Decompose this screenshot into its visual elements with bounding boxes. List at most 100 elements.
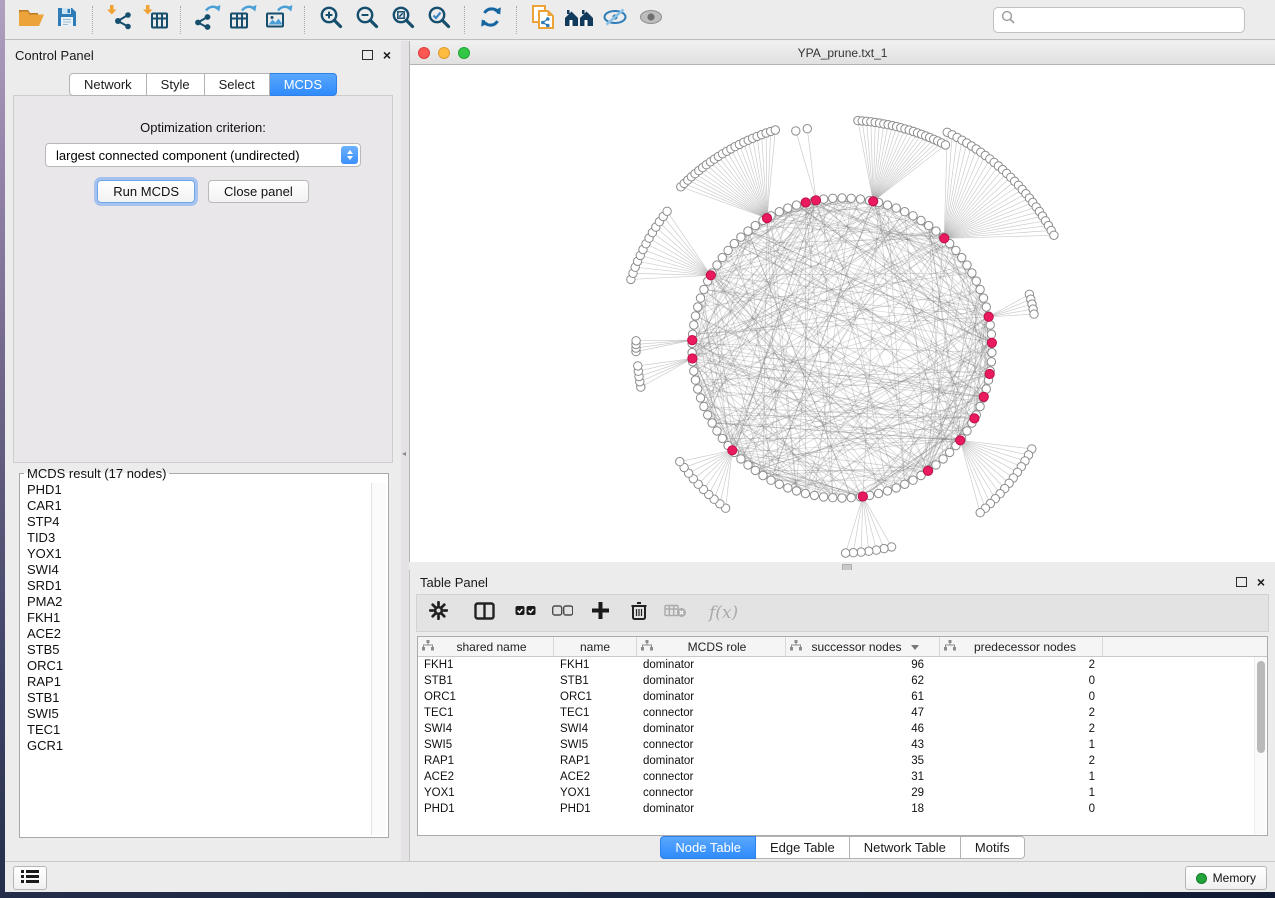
graph-edge[interactable]	[698, 450, 732, 484]
graph-node[interactable]	[696, 394, 704, 402]
graph-node[interactable]	[925, 221, 933, 229]
network-graph[interactable]	[410, 64, 1275, 562]
mcds-node-item[interactable]: PMA2	[27, 594, 388, 610]
graph-hub-node[interactable]	[985, 369, 994, 378]
graph-node[interactable]	[946, 448, 954, 456]
graph-edge[interactable]	[873, 130, 909, 201]
graph-edge[interactable]	[641, 359, 693, 388]
graph-node[interactable]	[634, 362, 642, 370]
column-header-mcds-role[interactable]: MCDS role	[637, 637, 786, 656]
graph-node[interactable]	[730, 239, 738, 247]
graph-edge[interactable]	[639, 359, 692, 377]
graph-edge[interactable]	[879, 203, 905, 485]
graph-node[interactable]	[901, 480, 909, 488]
graph-node[interactable]	[691, 312, 699, 320]
graph-node[interactable]	[857, 548, 865, 556]
graph-node[interactable]	[979, 294, 987, 302]
table-scrollbar[interactable]	[1254, 657, 1266, 834]
graph-node[interactable]	[696, 294, 704, 302]
graph-edge[interactable]	[656, 227, 711, 275]
mcds-node-item[interactable]: STP4	[27, 514, 388, 530]
horizontal-splitter[interactable]	[409, 562, 1275, 570]
mcds-node-item[interactable]: STB5	[27, 642, 388, 658]
tab-edge-table[interactable]: Edge Table	[756, 836, 850, 859]
open-file-button[interactable]	[13, 3, 49, 37]
table-row[interactable]: STB1STB1dominator620	[418, 673, 1267, 689]
table-row[interactable]: TEC1TEC1connector472	[418, 705, 1267, 721]
graph-node[interactable]	[968, 269, 976, 277]
graph-node[interactable]	[987, 358, 995, 366]
float-panel-icon[interactable]	[362, 50, 373, 60]
graph-edge[interactable]	[734, 273, 972, 452]
zoom-out-button[interactable]	[349, 3, 385, 37]
close-panel-icon[interactable]: ×	[1257, 577, 1265, 587]
graph-node[interactable]	[972, 277, 980, 285]
select-all-button[interactable]	[515, 603, 536, 623]
float-panel-icon[interactable]	[1236, 577, 1247, 587]
graph-hub-node[interactable]	[762, 214, 771, 223]
graph-node[interactable]	[932, 227, 940, 235]
graph-node[interactable]	[976, 402, 984, 410]
tab-node-table[interactable]: Node Table	[660, 836, 756, 859]
graph-node[interactable]	[887, 543, 895, 551]
refresh-button[interactable]	[473, 3, 509, 37]
network-canvas[interactable]	[410, 64, 1275, 562]
graph-node[interactable]	[1050, 231, 1058, 239]
graph-node[interactable]	[976, 509, 984, 517]
graph-edge[interactable]	[960, 440, 995, 498]
mcds-node-item[interactable]: SWI5	[27, 706, 388, 722]
graph-node[interactable]	[847, 494, 855, 502]
mcds-node-item[interactable]: PHD1	[27, 482, 388, 498]
graph-node[interactable]	[849, 549, 857, 557]
graph-hub-node[interactable]	[688, 336, 697, 345]
graph-node[interactable]	[724, 246, 732, 254]
graph-node[interactable]	[819, 493, 827, 501]
graph-edge[interactable]	[667, 211, 711, 275]
table-row[interactable]: SWI5SWI5connector431	[418, 737, 1267, 753]
graph-edge[interactable]	[636, 340, 692, 352]
mcds-node-item[interactable]: GCR1	[27, 738, 388, 754]
criterion-dropdown[interactable]: largest connected component (undirected)	[45, 143, 361, 167]
graph-node[interactable]	[737, 455, 745, 463]
search-input[interactable]	[1020, 12, 1237, 28]
graph-hub-node[interactable]	[728, 446, 737, 455]
graph-node[interactable]	[987, 330, 995, 338]
graph-edge[interactable]	[960, 440, 1017, 472]
graph-node[interactable]	[718, 434, 726, 442]
graph-hub-node[interactable]	[869, 197, 878, 206]
graph-node[interactable]	[939, 455, 947, 463]
graph-node[interactable]	[792, 487, 800, 495]
graph-edge[interactable]	[706, 165, 767, 218]
graph-hub-node[interactable]	[970, 414, 979, 423]
graph-node[interactable]	[803, 125, 811, 133]
graph-edge[interactable]	[944, 190, 1022, 239]
graph-edge[interactable]	[873, 138, 930, 202]
graph-node[interactable]	[963, 261, 971, 269]
panel-menu-button[interactable]	[13, 866, 47, 890]
graph-hub-node[interactable]	[987, 338, 996, 347]
graph-node[interactable]	[810, 491, 818, 499]
mcds-node-item[interactable]: YOX1	[27, 546, 388, 562]
graph-node[interactable]	[883, 201, 891, 209]
mcds-node-item[interactable]: STB1	[27, 690, 388, 706]
graph-node[interactable]	[704, 411, 712, 419]
network-titlebar[interactable]: YPA_prune.txt_1	[410, 41, 1275, 65]
graph-node[interactable]	[841, 549, 849, 557]
graph-edge[interactable]	[755, 470, 928, 471]
graph-node[interactable]	[829, 194, 837, 202]
delete-column-button[interactable]	[630, 600, 648, 626]
graph-node[interactable]	[958, 253, 966, 261]
graph-node[interactable]	[775, 208, 783, 216]
graph-node[interactable]	[694, 303, 702, 311]
table-row[interactable]: ACE2ACE2connector311	[418, 769, 1267, 785]
graph-node[interactable]	[880, 544, 888, 552]
graph-edge[interactable]	[944, 207, 1036, 238]
zoom-fit-button[interactable]	[385, 3, 421, 37]
graph-node[interactable]	[892, 484, 900, 492]
graph-node[interactable]	[838, 494, 846, 502]
graph-node[interactable]	[775, 480, 783, 488]
graph-node[interactable]	[737, 233, 745, 241]
delete-table-button[interactable]	[664, 603, 687, 623]
export-network-button[interactable]	[189, 3, 225, 37]
graph-node[interactable]	[713, 261, 721, 269]
